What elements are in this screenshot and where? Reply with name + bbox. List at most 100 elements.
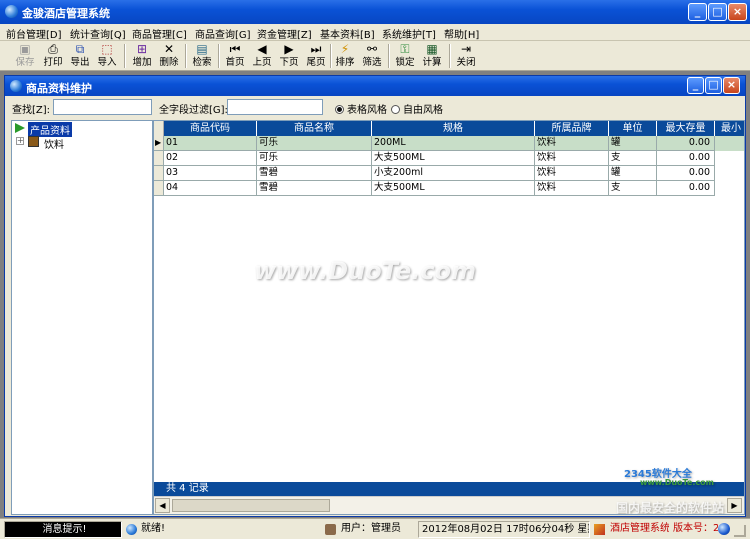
prev-page-button[interactable]: ◀ 上页: [250, 42, 274, 70]
cell-name[interactable]: 可乐: [257, 136, 372, 151]
status-version: 版本号：2: [673, 523, 718, 534]
cell-name[interactable]: 可乐: [257, 151, 372, 166]
menu-statistics[interactable]: 统计查询[Q]: [70, 26, 126, 41]
search-label: 查找[Z]:: [12, 105, 51, 116]
scroll-left-icon[interactable]: ◀: [155, 498, 170, 513]
column-header-name[interactable]: 商品名称: [257, 121, 372, 136]
search-input[interactable]: [53, 99, 152, 115]
menu-front-desk[interactable]: 前台管理[D]: [6, 26, 62, 41]
lock-button[interactable]: ⚿ 锁定: [393, 42, 417, 70]
column-header-brand[interactable]: 所属品牌: [535, 121, 609, 136]
watermark-text: www.DuoTe.com: [254, 257, 476, 285]
cell-code[interactable]: 01: [164, 136, 257, 151]
radio-checked-icon: [335, 105, 344, 114]
cell-code[interactable]: 03: [164, 166, 257, 181]
minimize-button[interactable]: _: [688, 3, 707, 21]
cell-brand[interactable]: 饮料: [535, 151, 609, 166]
watermark-logo-url: www.DuoTe.com: [640, 478, 714, 487]
status-datetime: 2012年08月02日 17时06分04秒 星期四: [418, 521, 590, 538]
resize-grip-icon[interactable]: [734, 525, 746, 537]
maximize-button[interactable]: □: [708, 3, 727, 21]
search-button[interactable]: ▤ 检索: [190, 42, 214, 70]
column-header-spec[interactable]: 规格: [372, 121, 535, 136]
cell-max[interactable]: 0.00: [657, 166, 715, 181]
filter-button[interactable]: ⚯ 筛选: [360, 42, 384, 70]
last-page-button[interactable]: ⏭ 尾页: [304, 42, 328, 70]
child-maximize-button[interactable]: □: [705, 77, 722, 94]
cell-name[interactable]: 雪碧: [257, 181, 372, 196]
tree-root-item[interactable]: 产品资料: [28, 122, 72, 137]
import-button[interactable]: ⬚ 导入: [95, 42, 119, 70]
menu-help[interactable]: 帮助[H]: [444, 26, 479, 41]
delete-button[interactable]: ✕ 删除: [157, 42, 181, 70]
folder-icon: [28, 136, 39, 147]
child-close-button[interactable]: ×: [723, 77, 740, 94]
cell-max[interactable]: 0.00: [657, 151, 715, 166]
table-style-radio[interactable]: 表格风格: [335, 101, 387, 116]
first-page-button[interactable]: ⏮ 首页: [223, 42, 247, 70]
column-header-code[interactable]: 商品代码: [164, 121, 257, 136]
filter-input[interactable]: [227, 99, 323, 115]
sort-button[interactable]: ⚡ 排序: [333, 42, 357, 70]
menu-basic-data[interactable]: 基本资料[B]: [320, 26, 375, 41]
cell-name[interactable]: 雪碧: [257, 166, 372, 181]
toolbar-separator: [185, 44, 187, 68]
cell-spec[interactable]: 大支500ML: [372, 181, 535, 196]
calc-button[interactable]: ▦ 计算: [420, 42, 444, 70]
cell-max[interactable]: 0.00: [657, 181, 715, 196]
menu-goods-query[interactable]: 商品查询[G]: [195, 26, 251, 41]
column-header-unit[interactable]: 单位: [609, 121, 657, 136]
status-bar: 消息提示! 就绪! 用户：管理员 2012年08月02日 17时06分04秒 星…: [0, 518, 750, 539]
next-page-icon: ▶: [284, 42, 294, 56]
column-header-max[interactable]: 最大存量: [657, 121, 715, 136]
toolbar-separator: [388, 44, 390, 68]
app-title-bar: 金骏酒店管理系统 _ □ ×: [0, 0, 750, 24]
scroll-thumb[interactable]: [172, 499, 330, 512]
cell-code[interactable]: 02: [164, 151, 257, 166]
cell-unit[interactable]: 罐: [609, 136, 657, 151]
cell-brand[interactable]: 饮料: [535, 166, 609, 181]
cell-unit[interactable]: 支: [609, 181, 657, 196]
close-window-button[interactable]: ⇥ 关闭: [454, 42, 478, 70]
cell-spec[interactable]: 200ML: [372, 136, 535, 151]
next-page-button[interactable]: ▶ 下页: [277, 42, 301, 70]
child-minimize-button[interactable]: _: [687, 77, 704, 94]
cell-max[interactable]: 0.00: [657, 136, 715, 151]
tree-expand-icon[interactable]: +: [16, 137, 24, 145]
toolbar-separator: [330, 44, 332, 68]
row-header: [154, 166, 164, 181]
status-ready: 就绪!: [141, 523, 166, 534]
cell-unit[interactable]: 罐: [609, 166, 657, 181]
add-button[interactable]: ⊞ 增加: [130, 42, 154, 70]
filter-icon: ⚯: [366, 42, 378, 56]
toolbar-separator: [124, 44, 126, 68]
close-button[interactable]: ×: [728, 3, 747, 21]
child-title: 商品资料维护: [26, 82, 92, 95]
cell-spec[interactable]: 大支500ML: [372, 151, 535, 166]
globe-icon: [718, 523, 730, 535]
save-icon: ▣: [19, 42, 31, 56]
play-icon: [15, 123, 25, 133]
print-button[interactable]: ⎙ 打印: [41, 42, 65, 70]
column-header-min[interactable]: 最小: [715, 121, 744, 136]
cell-unit[interactable]: 支: [609, 151, 657, 166]
calculator-icon: ▦: [426, 42, 438, 56]
free-style-radio[interactable]: 自由风格: [391, 101, 443, 116]
window-icon: [10, 80, 22, 92]
child-title-bar: 商品资料维护 _ □ ×: [5, 76, 745, 96]
save-button[interactable]: ▣ 保存: [13, 42, 37, 70]
menu-funds[interactable]: 资金管理[Z]: [257, 26, 312, 41]
cell-code[interactable]: 04: [164, 181, 257, 196]
status-message: 消息提示!: [4, 521, 122, 538]
sort-icon: ⚡: [340, 42, 350, 56]
cell-spec[interactable]: 小支200ml: [372, 166, 535, 181]
cell-brand[interactable]: 饮料: [535, 181, 609, 196]
status-user: 用户：管理员: [341, 523, 401, 534]
tree-child-item[interactable]: 饮料: [44, 136, 64, 151]
export-button[interactable]: ⧉ 导出: [68, 42, 92, 70]
menu-system[interactable]: 系统维护[T]: [382, 26, 436, 41]
cell-brand[interactable]: 饮料: [535, 136, 609, 151]
scroll-right-icon[interactable]: ▶: [727, 498, 742, 513]
menu-goods-manage[interactable]: 商品管理[C]: [132, 26, 187, 41]
status-system: 酒店管理系统: [610, 523, 669, 534]
